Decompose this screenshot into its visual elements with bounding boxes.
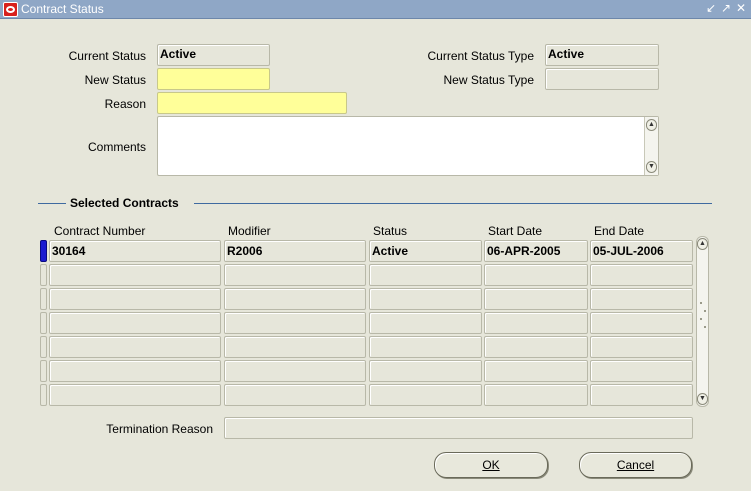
comments-textarea[interactable]: ▲ ▼ xyxy=(157,116,659,176)
start-date-cell[interactable] xyxy=(484,336,588,358)
cancel-button-label: Cancel xyxy=(616,458,655,472)
modifier-cell[interactable] xyxy=(224,384,366,406)
scroll-up-icon[interactable]: ▲ xyxy=(646,119,657,131)
end-date-cell[interactable]: 05-JUL-2006 xyxy=(590,240,693,262)
section-divider-left xyxy=(38,203,66,204)
modifier-cell[interactable] xyxy=(224,264,366,286)
scroll-up-icon[interactable]: ▲ xyxy=(697,238,708,250)
new-status-label: New Status xyxy=(84,73,146,87)
status-cell[interactable] xyxy=(369,336,482,358)
table-scrollbar[interactable]: ▲ ▼ xyxy=(696,236,709,407)
termination-reason-field[interactable] xyxy=(224,417,693,439)
end-date-cell[interactable] xyxy=(590,384,693,406)
column-header-start-date: Start Date xyxy=(488,224,543,238)
row-selector[interactable] xyxy=(40,240,47,262)
minimize-icon[interactable]: ↙ xyxy=(705,1,717,16)
start-date-cell[interactable]: 06-APR-2005 xyxy=(484,240,588,262)
scroll-grip-icon xyxy=(700,318,702,320)
column-header-modifier: Modifier xyxy=(228,224,271,238)
oracle-app-icon xyxy=(3,2,18,17)
current-status-field[interactable]: Active xyxy=(157,44,270,66)
modifier-cell[interactable]: R2006 xyxy=(224,240,366,262)
selected-contracts-title: Selected Contracts xyxy=(70,196,179,210)
status-cell[interactable] xyxy=(369,264,482,286)
section-divider-right xyxy=(194,203,712,204)
modifier-cell[interactable] xyxy=(224,312,366,334)
contract-number-cell[interactable] xyxy=(49,384,221,406)
termination-reason-label: Termination Reason xyxy=(106,422,213,436)
row-selector[interactable] xyxy=(40,360,47,382)
row-selector[interactable] xyxy=(40,312,47,334)
start-date-cell[interactable] xyxy=(484,288,588,310)
modifier-cell[interactable] xyxy=(224,336,366,358)
end-date-cell[interactable] xyxy=(590,360,693,382)
start-date-cell[interactable] xyxy=(484,384,588,406)
row-selector[interactable] xyxy=(40,288,47,310)
start-date-cell[interactable] xyxy=(484,264,588,286)
maximize-icon[interactable]: ↗ xyxy=(720,1,732,16)
column-header-end-date: End Date xyxy=(594,224,645,238)
scroll-grip-icon xyxy=(704,310,706,312)
comments-label: Comments xyxy=(87,140,146,154)
new-status-type-label: New Status Type xyxy=(443,73,535,87)
contract-number-cell[interactable] xyxy=(49,264,221,286)
column-header-status: Status xyxy=(373,224,408,238)
end-date-cell[interactable] xyxy=(590,312,693,334)
status-cell[interactable] xyxy=(369,312,482,334)
end-date-cell[interactable] xyxy=(590,264,693,286)
scroll-down-icon[interactable]: ▼ xyxy=(697,393,708,405)
scroll-down-icon[interactable]: ▼ xyxy=(646,161,657,173)
row-selector[interactable] xyxy=(40,384,47,406)
column-header-contract-number: Contract Number xyxy=(54,224,146,238)
ok-button[interactable]: OK xyxy=(434,452,548,478)
contract-number-cell[interactable] xyxy=(49,360,221,382)
scroll-grip-icon xyxy=(704,326,706,328)
reason-field[interactable] xyxy=(157,92,347,114)
title-bar: Contract Status ↙ ↗ ✕ xyxy=(0,0,751,19)
contract-number-cell[interactable] xyxy=(49,288,221,310)
start-date-cell[interactable] xyxy=(484,360,588,382)
status-cell[interactable] xyxy=(369,360,482,382)
scroll-grip-icon xyxy=(700,302,702,304)
comments-scrollbar[interactable]: ▲ ▼ xyxy=(644,117,658,175)
ok-button-label: OK xyxy=(482,458,500,472)
end-date-cell[interactable] xyxy=(590,336,693,358)
current-status-type-field[interactable]: Active xyxy=(545,44,659,66)
start-date-cell[interactable] xyxy=(484,312,588,334)
modifier-cell[interactable] xyxy=(224,288,366,310)
contract-number-cell[interactable] xyxy=(49,312,221,334)
window-title: Contract Status xyxy=(21,2,104,16)
reason-label: Reason xyxy=(104,97,146,111)
close-icon[interactable]: ✕ xyxy=(735,1,747,16)
row-selector[interactable] xyxy=(40,336,47,358)
row-selector[interactable] xyxy=(40,264,47,286)
end-date-cell[interactable] xyxy=(590,288,693,310)
new-status-type-field[interactable] xyxy=(545,68,659,90)
contract-number-cell[interactable]: 30164 xyxy=(49,240,221,262)
status-cell[interactable] xyxy=(369,288,482,310)
status-cell[interactable] xyxy=(369,384,482,406)
current-status-type-label: Current Status Type xyxy=(427,49,535,63)
current-status-label: Current Status xyxy=(68,49,146,63)
new-status-field[interactable] xyxy=(157,68,270,90)
cancel-button[interactable]: Cancel xyxy=(579,452,692,478)
contract-number-cell[interactable] xyxy=(49,336,221,358)
status-cell[interactable]: Active xyxy=(369,240,482,262)
modifier-cell[interactable] xyxy=(224,360,366,382)
